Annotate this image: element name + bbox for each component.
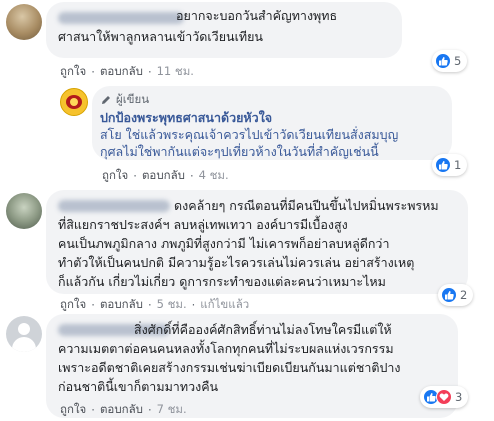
reaction-count: 1: [454, 158, 462, 172]
comment-text-line: อยากจะบอกวันสำคัญทางพุทธ: [176, 8, 338, 23]
edited-link[interactable]: แก้ไขแล้ว: [200, 296, 249, 314]
comment-text-line: ดงคล้ายๆ กรณีตอนที่มีคนปีนขึ้นไปหมิ่นพระ…: [174, 198, 439, 213]
comment-actions: ถูกใจ · ตอบกลับ · 7 ชม.: [60, 401, 187, 419]
reply-link[interactable]: ตอบกลับ: [100, 296, 143, 314]
comment-text-line: ก็แล้วกัน เกี่ยวไม่เกี่ยว ดูการกระทำของแ…: [58, 274, 386, 289]
comment-text-line: เพราะอดีตชาติเคยสร้างกรรมเช่นฆ่าเบียดเบี…: [58, 360, 401, 375]
like-icon: [435, 53, 451, 69]
timestamp[interactable]: 11 ชม.: [157, 63, 194, 81]
comment-text-line: คนเป็นภพภูมิกลาง ภพภูมิที่สูงกว่ามี ไม่เ…: [58, 236, 390, 251]
commenter-name-redacted[interactable]: [58, 12, 184, 24]
reaction-count: 2: [460, 288, 468, 302]
timestamp[interactable]: 4 ชม.: [199, 167, 229, 185]
timestamp[interactable]: 7 ชม.: [157, 401, 187, 419]
reply-link[interactable]: ตอบกลับ: [100, 401, 143, 419]
comment-text-line: ศาสนาให้พาลูกหลานเข้าวัดเวียนเทียน: [58, 29, 263, 44]
author-badge: ผู้เขียน: [100, 92, 149, 108]
comment-text-line: สิ่งศักดิ์ที่คือองค์ศักสิทธิ์ท่านไม่ลงโท…: [134, 322, 392, 337]
reaction-summary[interactable]: 5: [432, 50, 468, 72]
comment-actions: ถูกใจ · ตอบกลับ · 5 ชม. · แก้ไขแล้ว: [60, 296, 250, 314]
comment-text-line: กุศลไม่ใช่พากันแต่จะๆปเที่ยวห้างในวันที่…: [100, 144, 379, 159]
commenter-avatar[interactable]: [6, 4, 42, 40]
love-icon: [436, 389, 452, 405]
comment-text-line: ความเมตตาต่อคนคนหลงทั้งโลกทุกคนที่ไม่ระบ…: [58, 341, 394, 356]
reaction-summary[interactable]: 1: [432, 154, 468, 176]
reply-link[interactable]: ตอบกลับ: [142, 167, 185, 185]
like-link[interactable]: ถูกใจ: [60, 63, 86, 81]
pencil-icon: [102, 96, 110, 104]
timestamp[interactable]: 5 ชม.: [157, 296, 187, 314]
page-avatar[interactable]: [60, 88, 88, 116]
author-badge-label: ผู้เขียน: [116, 92, 150, 106]
reply-link[interactable]: ตอบกลับ: [100, 63, 143, 81]
comment-actions: ถูกใจ · ตอบกลับ · 11 ชม.: [60, 63, 194, 81]
like-link[interactable]: ถูกใจ: [60, 401, 86, 419]
reaction-count: 3: [455, 390, 463, 404]
like-link[interactable]: ถูกใจ: [102, 167, 128, 185]
like-icon: [435, 157, 451, 173]
reaction-summary[interactable]: 2: [438, 284, 474, 306]
reaction-summary[interactable]: 3: [420, 386, 469, 408]
comment-actions: ถูกใจ · ตอบกลับ · 4 ชม.: [102, 167, 229, 185]
commenter-avatar[interactable]: [6, 193, 42, 229]
reaction-count: 5: [454, 54, 462, 68]
commenter-avatar-placeholder[interactable]: [6, 316, 42, 352]
like-icon: [441, 287, 457, 303]
commenter-name-redacted[interactable]: [58, 200, 170, 212]
comment-text-line: ที่สิแยกราชประสงค์ฯ ลบหลู่เทพเทวา องค์บา…: [58, 217, 348, 232]
comment-text-line: ทำตัวให้เป็นคนปกติ มีความรู้อะไรควรเล่นไ…: [58, 255, 415, 270]
like-link[interactable]: ถูกใจ: [60, 296, 86, 314]
comment-text-line: ก่อนชาตินี้เขาก็ตามมาทวงคืน: [58, 379, 219, 394]
